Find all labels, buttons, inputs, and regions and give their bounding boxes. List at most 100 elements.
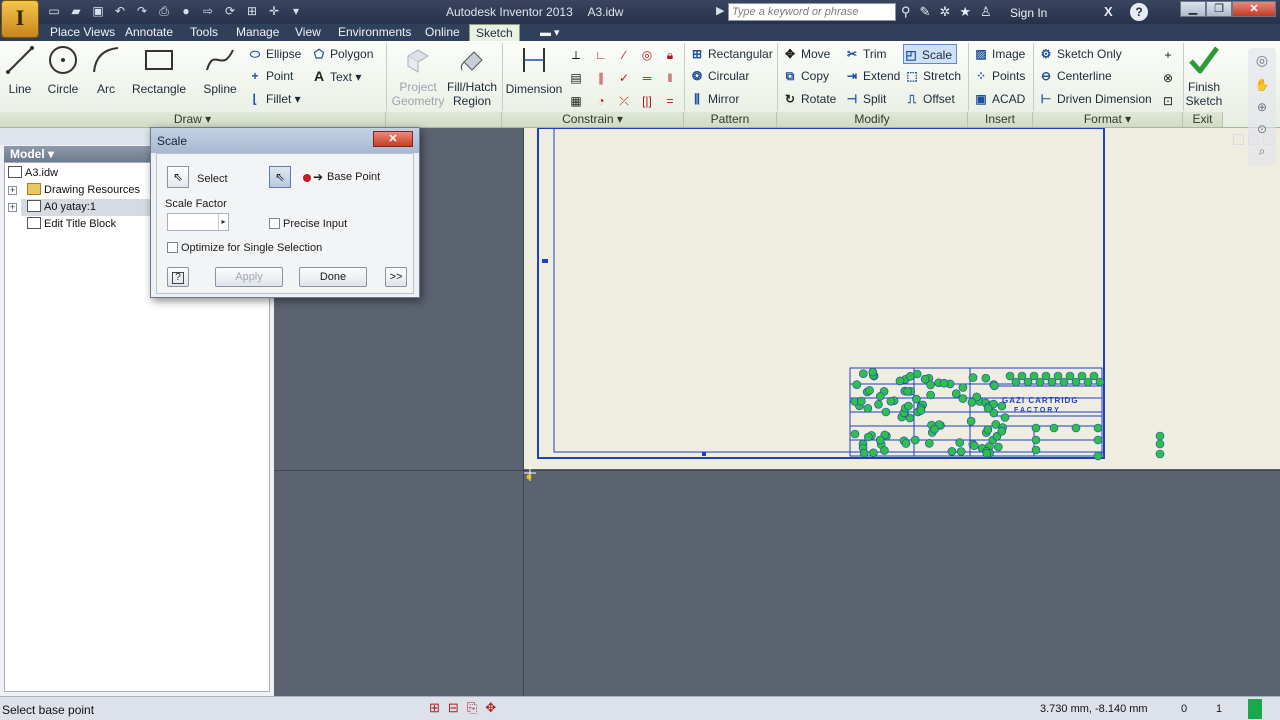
- grip-point[interactable]: [1053, 371, 1063, 381]
- grip-point[interactable]: [1071, 377, 1081, 387]
- grip-point[interactable]: [1155, 439, 1165, 449]
- grip-point[interactable]: [1093, 423, 1103, 433]
- undo-icon[interactable]: ↶: [112, 3, 128, 19]
- grip-point[interactable]: [1089, 371, 1099, 381]
- update-icon[interactable]: ⟳: [222, 3, 238, 19]
- grip-point[interactable]: [1031, 435, 1041, 445]
- grip-point[interactable]: [850, 429, 860, 439]
- coincident-icon[interactable]: ⟂: [566, 45, 586, 65]
- grip-point[interactable]: [982, 448, 992, 458]
- grip-point[interactable]: [1005, 371, 1015, 381]
- constrain-panel-label[interactable]: Constrain ▾: [502, 112, 684, 127]
- new-icon[interactable]: ▭: [46, 3, 62, 19]
- grip-point[interactable]: [852, 380, 862, 390]
- grip-point[interactable]: [863, 432, 873, 442]
- move-cursor-icon[interactable]: ✥: [485, 700, 496, 716]
- favorites-icon[interactable]: ★: [959, 4, 971, 20]
- expand-icon[interactable]: +: [8, 203, 17, 212]
- grip-point[interactable]: [993, 442, 1003, 452]
- save-icon[interactable]: ▣: [90, 3, 106, 19]
- grip-point[interactable]: [1155, 449, 1165, 459]
- grip-point[interactable]: [924, 438, 934, 448]
- text-tool[interactable]: A Text ▾: [312, 66, 361, 86]
- minimize-view-icon[interactable]: ▁: [1233, 134, 1244, 145]
- grip-point[interactable]: [903, 387, 913, 396]
- grip-point[interactable]: [880, 446, 889, 455]
- grip-point[interactable]: [1011, 377, 1021, 387]
- view-icon[interactable]: ⊟: [448, 700, 459, 716]
- circular-pattern-tool[interactable]: ❂ Circular: [690, 66, 749, 86]
- line-tool[interactable]: Line: [4, 44, 36, 96]
- graphics-window[interactable]: GAZI CARTRIDG F A C T O R Y ▁ ❐ ✕: [274, 128, 1280, 696]
- fix-icon[interactable]: ▤: [566, 68, 586, 88]
- tab-place-views[interactable]: Place Views: [44, 24, 121, 41]
- grip-point[interactable]: [1155, 431, 1165, 441]
- extend-tool[interactable]: ⇥ Extend: [845, 66, 900, 86]
- spline-tool[interactable]: Spline: [200, 44, 240, 96]
- select-filter-icon[interactable]: ●: [178, 3, 194, 19]
- grip-point[interactable]: [956, 447, 966, 456]
- grip-point[interactable]: [1071, 423, 1081, 433]
- grip-point[interactable]: [1083, 377, 1093, 387]
- grip-point[interactable]: [1023, 377, 1033, 387]
- offset-tool[interactable]: ⎍ Offset: [905, 89, 955, 109]
- project-icon[interactable]: ⊞: [244, 3, 260, 19]
- grip-point[interactable]: [868, 367, 878, 377]
- optimize-checkbox[interactable]: [167, 242, 178, 253]
- help-button[interactable]: ?: [167, 267, 189, 287]
- base-point-button[interactable]: ⇖: [269, 166, 291, 188]
- dimension-tool[interactable]: Dimension: [505, 44, 563, 96]
- polygon-tool[interactable]: ⬠ Polygon: [312, 44, 374, 64]
- sign-in-link[interactable]: Sign In: [1010, 6, 1047, 20]
- grip-point[interactable]: [865, 386, 874, 395]
- horizontal-icon[interactable]: ═: [637, 68, 657, 88]
- tab-sketch[interactable]: Sketch: [469, 24, 520, 41]
- tangent-icon[interactable]: ∕: [614, 45, 634, 65]
- fillet-tool[interactable]: ⌊ Fillet ▾: [248, 89, 301, 109]
- tab-manage[interactable]: Manage: [230, 24, 285, 41]
- grip-point[interactable]: [875, 435, 885, 445]
- grip-point[interactable]: [939, 378, 949, 388]
- zoom-all-icon[interactable]: ⊙: [1254, 122, 1270, 138]
- exchange-icon[interactable]: X: [1104, 4, 1113, 19]
- inventor-logo-icon[interactable]: I: [2, 1, 38, 37]
- circle-tool[interactable]: Circle: [44, 44, 82, 96]
- grip-point[interactable]: [916, 406, 926, 415]
- snap-icon[interactable]: ⊡: [1158, 91, 1178, 111]
- tab-annotate[interactable]: Annotate: [119, 24, 179, 41]
- arc-tool[interactable]: Arc: [90, 44, 122, 96]
- grip-point[interactable]: [863, 404, 873, 413]
- format-panel-label[interactable]: Format ▾: [1033, 112, 1183, 127]
- stretch-tool[interactable]: ⬚ Stretch: [905, 66, 961, 86]
- grip-point[interactable]: [968, 373, 978, 382]
- grip-point[interactable]: [981, 373, 991, 383]
- image-tool[interactable]: ▨ Image: [974, 44, 1025, 64]
- more-button[interactable]: >>: [385, 267, 407, 287]
- grip-point[interactable]: [969, 441, 979, 451]
- search-expand-icon[interactable]: ▶: [716, 4, 724, 17]
- tree-item-drawing-resources[interactable]: Drawing Resources: [27, 182, 140, 199]
- grip-point[interactable]: [966, 416, 976, 426]
- driven-dimension-tool[interactable]: ⊢ Driven Dimension: [1039, 89, 1152, 109]
- equal-icon[interactable]: =: [660, 91, 680, 111]
- symmetric-icon[interactable]: ⤫: [614, 91, 634, 111]
- grip-point[interactable]: [1093, 451, 1103, 461]
- scale-factor-input[interactable]: ▸: [167, 213, 229, 231]
- grid-snap-icon[interactable]: ⊞: [429, 700, 440, 716]
- grip-point[interactable]: [926, 390, 935, 400]
- grip-point[interactable]: [912, 394, 921, 404]
- smooth-icon[interactable]: ◔: [591, 91, 611, 111]
- show-constraints-icon[interactable]: ▦: [566, 91, 586, 111]
- acad-tool[interactable]: ▣ ACAD: [974, 89, 1025, 109]
- communication-icon[interactable]: ✲: [939, 4, 950, 20]
- tools-icon[interactable]: ✎: [920, 4, 931, 20]
- binoculars-icon[interactable]: ⚲: [901, 4, 911, 20]
- caret-right-icon[interactable]: ▸: [218, 214, 228, 230]
- grip-point[interactable]: [1017, 371, 1027, 381]
- grip-point[interactable]: [904, 401, 913, 411]
- rectangular-pattern-tool[interactable]: ⊞ Rectangular: [690, 44, 773, 64]
- capture-icon[interactable]: ⎘: [467, 700, 477, 716]
- center-point-icon[interactable]: ⊗: [1158, 68, 1178, 88]
- concentric-icon[interactable]: ◎: [637, 45, 657, 65]
- ribbon-options-icon[interactable]: ▬ ▾: [540, 26, 560, 39]
